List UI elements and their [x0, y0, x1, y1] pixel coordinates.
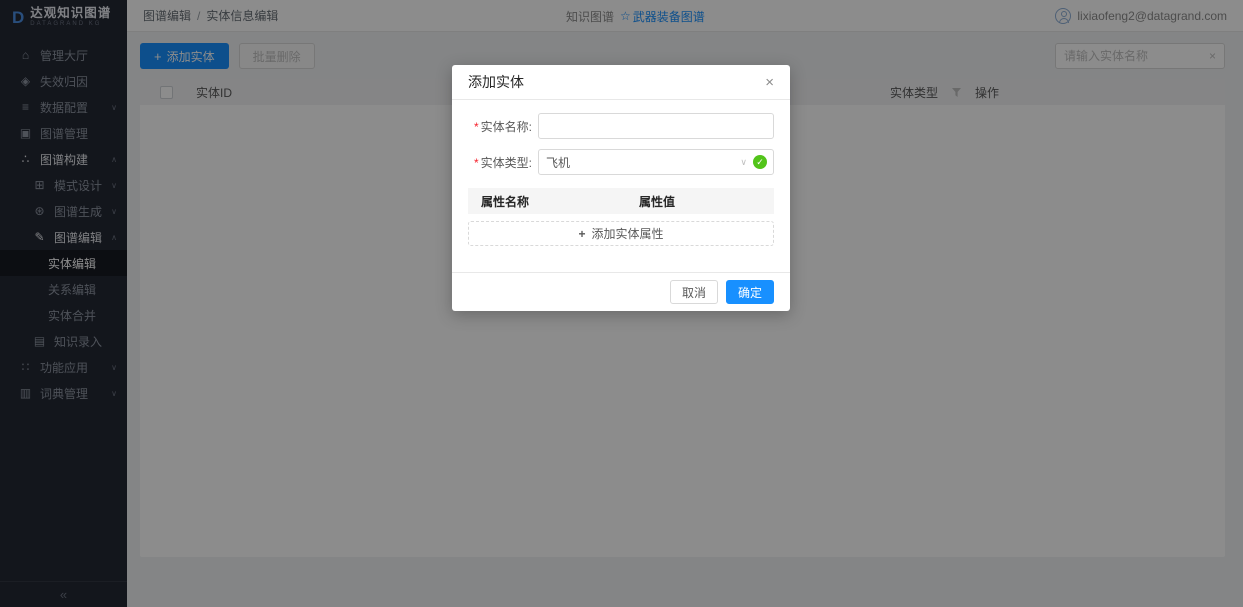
entity-name-row: *实体名称:: [468, 113, 774, 139]
modal-body: *实体名称: *实体类型: 飞机 ∨ ✓ 属性名称 属性值 + 添加实体属性: [452, 100, 790, 272]
column-header-attr-value: 属性值: [639, 193, 675, 210]
app-window: D 达观知识图谱 DATAGRAND KG ⌂ 管理大厅 ◈ 失效归因 ≡ 数据…: [0, 0, 1243, 607]
valid-check-icon: ✓: [753, 155, 767, 169]
add-attribute-label: 添加实体属性: [592, 225, 664, 242]
chevron-down-icon: ∨: [740, 157, 747, 168]
cancel-button[interactable]: 取消: [670, 280, 718, 304]
close-icon[interactable]: ×: [765, 75, 774, 90]
modal-footer: 取消 确定: [452, 272, 790, 311]
modal-title: 添加实体: [468, 72, 524, 92]
attribute-table-header: 属性名称 属性值: [468, 188, 774, 214]
entity-type-value: 飞机: [546, 154, 570, 171]
confirm-button[interactable]: 确定: [726, 280, 774, 304]
required-mark: *: [474, 120, 479, 134]
plus-icon: +: [578, 227, 585, 241]
add-entity-attribute-button[interactable]: + 添加实体属性: [468, 221, 774, 246]
required-mark: *: [474, 156, 479, 170]
entity-name-input[interactable]: [538, 113, 774, 139]
column-header-attr-name: 属性名称: [481, 193, 639, 210]
add-entity-modal: 添加实体 × *实体名称: *实体类型: 飞机 ∨ ✓ 属性名称 属性值 +: [452, 65, 790, 311]
entity-type-label: *实体类型:: [468, 154, 538, 171]
entity-type-select[interactable]: 飞机 ∨ ✓: [538, 149, 774, 175]
entity-name-label: *实体名称:: [468, 118, 538, 135]
entity-type-row: *实体类型: 飞机 ∨ ✓: [468, 149, 774, 175]
modal-header: 添加实体 ×: [452, 65, 790, 100]
